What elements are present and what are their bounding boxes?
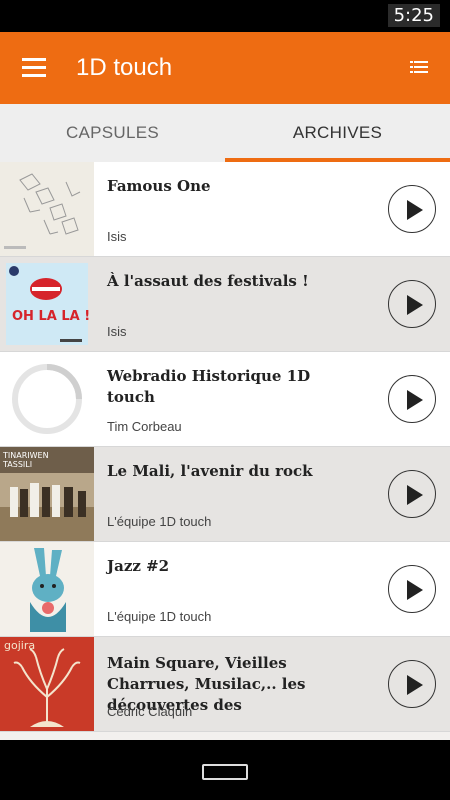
- cover-text: gojira: [4, 639, 36, 652]
- list-item[interactable]: Webradio Historique 1D touch Tim Corbeau: [0, 352, 450, 447]
- item-author: Cédric Claquin: [107, 704, 193, 719]
- menu-icon[interactable]: [16, 52, 52, 84]
- item-author: L'équipe 1D touch: [107, 514, 212, 529]
- gojira-tree-artwork: gojira: [0, 637, 94, 731]
- oh-la-la-artwork: OH LA LA !: [0, 257, 94, 351]
- app-bar: 1D touch: [0, 32, 450, 104]
- item-title: Jazz #2: [107, 557, 170, 575]
- item-author: L'équipe 1D touch: [107, 609, 212, 624]
- cover-text: OH LA LA !: [12, 309, 91, 324]
- item-title: Le Mali, l'avenir du rock: [107, 462, 313, 480]
- item-title: Webradio Historique 1D touch: [107, 367, 311, 406]
- item-author: Isis: [107, 229, 127, 244]
- tab-bar: CAPSULES ARCHIVES: [0, 104, 450, 162]
- play-icon: [407, 580, 423, 600]
- playlist-icon[interactable]: [410, 58, 430, 78]
- play-button[interactable]: [388, 280, 436, 328]
- list-item[interactable]: Famous One Isis: [0, 162, 450, 257]
- play-button[interactable]: [388, 470, 436, 518]
- app-title: 1D touch: [76, 54, 173, 81]
- tape-letters-artwork: [0, 162, 94, 256]
- rabbit-illustration: [0, 542, 94, 636]
- play-icon: [407, 295, 423, 315]
- play-icon: [407, 200, 423, 220]
- recent-apps-icon[interactable]: [202, 764, 248, 780]
- play-icon: [407, 675, 423, 695]
- play-button[interactable]: [388, 660, 436, 708]
- navigation-bar: [0, 740, 450, 800]
- tab-capsules[interactable]: CAPSULES: [0, 104, 225, 162]
- tab-archives[interactable]: ARCHIVES: [225, 104, 450, 162]
- tinariwen-band-photo: TINARIWEN TASSILI: [0, 447, 94, 541]
- play-button[interactable]: [388, 565, 436, 613]
- play-button[interactable]: [388, 185, 436, 233]
- item-title: À l'assaut des festivals !: [107, 272, 309, 290]
- status-time: 5:25: [387, 4, 440, 27]
- item-author: Isis: [107, 324, 127, 339]
- next-item-peek: [0, 732, 450, 740]
- play-icon: [407, 485, 423, 505]
- list-item[interactable]: Jazz #2 L'équipe 1D touch: [0, 542, 450, 637]
- list-item[interactable]: TINARIWEN TASSILI Le Mali, l'avenir du r…: [0, 447, 450, 542]
- status-bar: 5:25: [0, 0, 450, 32]
- podcast-list: Famous One Isis OH LA LA ! À l'assaut de…: [0, 162, 450, 740]
- cover-text: TINARIWEN TASSILI: [3, 451, 49, 469]
- play-button[interactable]: [388, 375, 436, 423]
- item-title: Famous One: [107, 177, 211, 195]
- play-icon: [407, 390, 423, 410]
- item-author: Tim Corbeau: [107, 419, 182, 434]
- list-item[interactable]: OH LA LA ! À l'assaut des festivals ! Is…: [0, 257, 450, 352]
- loading-spinner: [0, 352, 94, 446]
- list-item[interactable]: gojira Main Square, Vieilles Charrues, M…: [0, 637, 450, 732]
